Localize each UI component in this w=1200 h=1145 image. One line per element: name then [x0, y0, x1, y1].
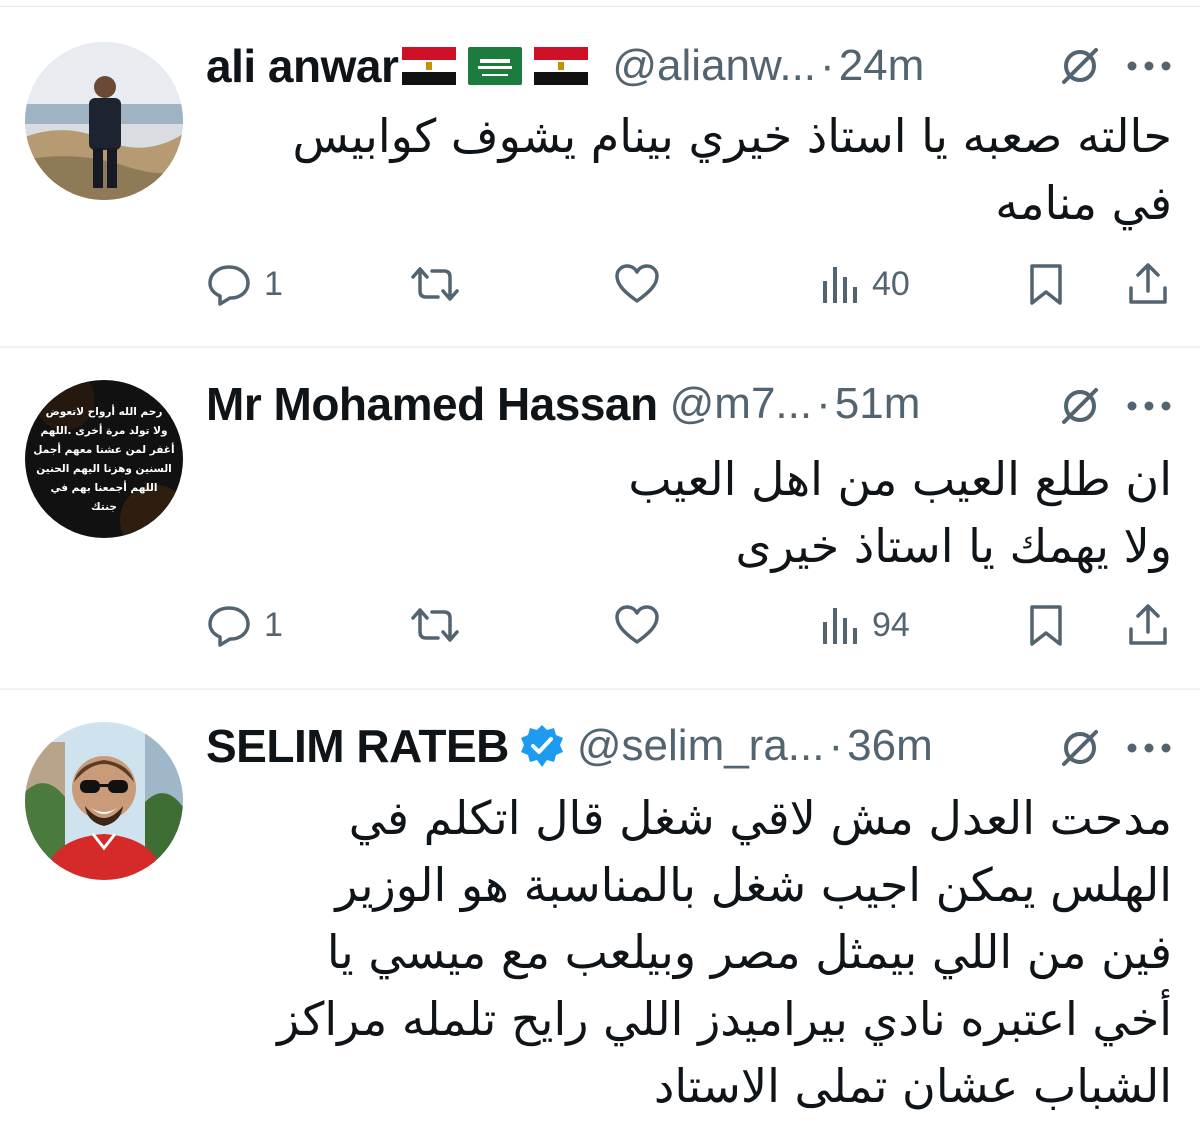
user-handle[interactable]: @selim_ra...	[577, 721, 825, 771]
separator-dot: ·	[820, 41, 835, 90]
retweet-button[interactable]	[410, 261, 460, 307]
tweet-text-line: في منامه	[995, 176, 1172, 230]
tweet-2[interactable]: رحم الله أرواح لاتعوض ولا تولد مرة أخرى …	[0, 348, 1200, 690]
tweet-text: حالته صعبه يا استاذ خيري بينام يشوف كواب…	[206, 103, 1172, 237]
bookmark-button[interactable]	[1026, 602, 1066, 648]
retweet-button[interactable]	[410, 602, 460, 648]
tweet-text-line: مدحت العدل مش لاقي شغل قال اتكلم في	[348, 791, 1172, 845]
tweet-3[interactable]: SELIM RATEB @selim_ra... · 36m مدحت العد…	[0, 690, 1200, 1145]
views-icon	[823, 267, 857, 303]
grok-icon[interactable]	[1058, 44, 1102, 88]
share-button[interactable]	[1126, 261, 1170, 307]
reply-button[interactable]: 1	[206, 261, 283, 307]
action-bar: 1 40	[0, 261, 1200, 311]
egypt-flag-icon	[402, 47, 457, 85]
tweet-text-line: ان طلع العيب من اهل العيب	[628, 452, 1172, 506]
saudi-flag-icon	[468, 47, 523, 85]
views-button[interactable]: 40	[820, 261, 910, 307]
display-name[interactable]: ali anwar	[206, 39, 399, 93]
like-icon	[615, 605, 659, 644]
verified-badge-icon	[520, 725, 563, 767]
like-button[interactable]	[613, 261, 661, 307]
tweet-text-line: حالته صعبه يا استاذ خيري بينام يشوف كواب…	[292, 109, 1172, 163]
share-icon	[1129, 263, 1167, 304]
tweet-time[interactable]: 51m	[835, 379, 921, 429]
tweet-text-line: ولا يهمك يا استاذ خيرى	[735, 519, 1172, 573]
action-bar: 1 94	[0, 602, 1200, 652]
grok-icon[interactable]	[1058, 726, 1102, 770]
more-icon[interactable]	[1126, 60, 1172, 72]
tweet-text-line: الشباب عشان تملى الاستاد	[653, 1059, 1172, 1113]
bookmark-icon	[1030, 264, 1062, 305]
share-icon	[1129, 604, 1167, 645]
reply-button[interactable]: 1	[206, 602, 283, 648]
display-name[interactable]: Mr Mohamed Hassan	[206, 377, 658, 431]
reply-icon	[208, 265, 250, 306]
tweet-time[interactable]: 24m	[839, 41, 925, 91]
like-icon	[615, 264, 659, 303]
avatar[interactable]	[25, 722, 183, 880]
tweet-header: SELIM RATEB @selim_ra... · 36m	[206, 718, 1180, 774]
display-name[interactable]: SELIM RATEB	[206, 719, 509, 773]
reply-count: 1	[264, 605, 283, 644]
avatar-text: السنين وهزنا اليهم الحنين	[36, 463, 172, 475]
views-icon	[823, 608, 857, 644]
tweet-text-line: الهلس يمكن اجيب شغل بالمناسبة هو الوزير	[335, 858, 1172, 912]
separator-dot: ·	[816, 379, 831, 428]
avatar[interactable]	[25, 42, 183, 200]
retweet-icon	[411, 608, 459, 642]
user-handle[interactable]: @m7...	[670, 379, 812, 429]
tweet-text-line: فين من اللي بيمثل مصر وبيلعب مع ميسي يا	[326, 925, 1172, 979]
avatar[interactable]: رحم الله أرواح لاتعوض ولا تولد مرة أخرى …	[25, 380, 183, 538]
tweet-text: مدحت العدل مش لاقي شغل قال اتكلم في الهل…	[206, 785, 1172, 1120]
avatar-text: جنتك	[91, 501, 117, 513]
name-flags	[402, 47, 600, 85]
bookmark-icon	[1030, 605, 1062, 646]
avatar-text: أغفر لمن عشنا معهم أجمل	[33, 442, 174, 456]
avatar-text: ولا تولد مرة أخرى .اللهم	[40, 423, 167, 437]
views-count: 94	[872, 605, 910, 644]
like-button[interactable]	[613, 602, 661, 648]
separator-dot: ·	[828, 721, 844, 770]
avatar-text: اللهم أجمعنا بهم في	[51, 480, 158, 494]
reply-count: 1	[264, 264, 283, 303]
tweet-text: ان طلع العيب من اهل العيب ولا يهمك يا اس…	[206, 446, 1172, 580]
tweet-header: ali anwar @alianw... · 24m	[206, 38, 1180, 94]
retweet-icon	[411, 267, 459, 301]
reply-icon	[208, 606, 250, 647]
views-button[interactable]: 94	[820, 602, 910, 648]
avatar-text: رحم الله أرواح لاتعوض	[46, 404, 163, 418]
more-icon[interactable]	[1126, 400, 1172, 412]
grok-icon[interactable]	[1058, 384, 1102, 428]
share-button[interactable]	[1126, 602, 1170, 648]
tweet-header: Mr Mohamed Hassan @m7... · 51m	[206, 376, 1180, 432]
user-handle[interactable]: @alianw...	[612, 41, 816, 91]
views-count: 40	[872, 264, 910, 303]
bookmark-button[interactable]	[1026, 261, 1066, 307]
more-icon[interactable]	[1126, 742, 1172, 754]
tweet-text-line: أخي اعتبره نادي بيراميدز اللي رايح تلمله…	[277, 992, 1172, 1046]
tweet-time[interactable]: 36m	[847, 721, 933, 771]
tweet-1[interactable]: ali anwar @alianw... · 24m حالته صعبه يا…	[0, 6, 1200, 348]
egypt-flag-icon	[534, 47, 589, 85]
